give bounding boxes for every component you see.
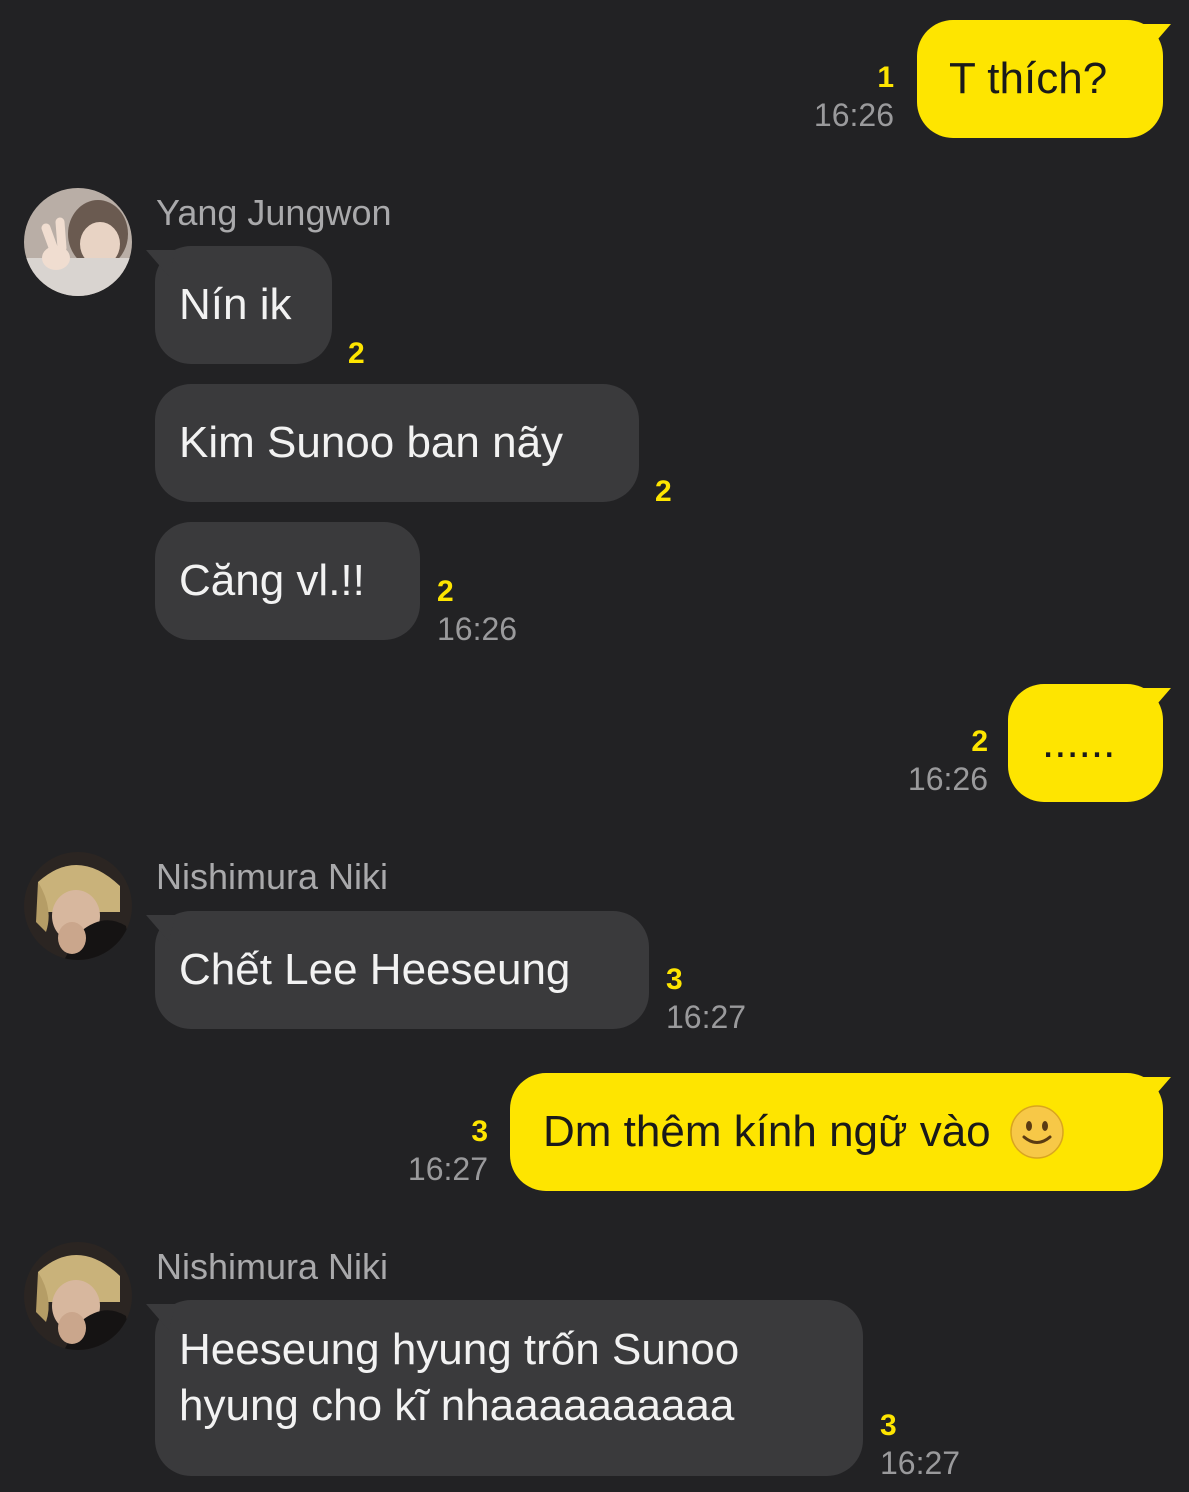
sender-name: Yang Jungwon [156, 192, 392, 233]
incoming-message-bubble[interactable]: Kim Sunoo ban nãy [155, 384, 639, 502]
message-text: Kim Sunoo ban nãy [179, 418, 564, 467]
outgoing-message-bubble[interactable]: Dm thêm kính ngữ vào [510, 1073, 1163, 1191]
incoming-message-bubble[interactable]: Căng vl.!! [155, 522, 420, 640]
unread-count: 3 [471, 1115, 488, 1148]
message-meta: 2 16:26 [437, 574, 517, 648]
message-meta: 3 16:27 [666, 962, 746, 1036]
profile-photo-icon [24, 188, 132, 296]
avatar-yang-jungwon[interactable] [24, 188, 132, 296]
message-text: Dm thêm kính ngữ vào [543, 1107, 991, 1156]
message-text: ...... [1042, 718, 1116, 767]
unread-count: 2 [348, 337, 365, 370]
unread-count: 2 [971, 725, 988, 758]
message-meta: 2 [348, 336, 365, 372]
unread-count: 1 [877, 61, 894, 94]
unread-count: 3 [880, 1409, 897, 1442]
message-text: Chết Lee Heeseung [179, 945, 571, 994]
unread-count: 2 [437, 575, 454, 608]
incoming-message-bubble[interactable]: Chết Lee Heeseung [155, 911, 649, 1029]
message-meta: 2 16:26 [870, 724, 988, 798]
message-meta: 3 16:27 [880, 1408, 960, 1482]
timestamp: 16:26 [437, 611, 518, 647]
message-text: Căng vl.!! [179, 556, 365, 605]
timestamp: 16:27 [880, 1445, 961, 1481]
message-meta: 2 [655, 474, 672, 510]
avatar-nishimura-niki[interactable] [24, 1242, 132, 1350]
incoming-message-bubble[interactable]: Heeseung hyung trốn Sunoo hyung cho kĩ n… [155, 1300, 863, 1476]
profile-photo-icon [24, 1242, 132, 1350]
profile-photo-icon [24, 852, 132, 960]
message-text: T thích? [949, 54, 1108, 103]
message-meta: 3 16:27 [380, 1114, 488, 1188]
unread-count: 2 [655, 475, 672, 508]
outgoing-message-bubble[interactable]: T thích? [917, 20, 1163, 138]
avatar-nishimura-niki[interactable] [24, 852, 132, 960]
sender-name: Nishimura Niki [156, 856, 389, 897]
timestamp: 16:26 [813, 97, 894, 133]
timestamp: 16:26 [907, 761, 988, 797]
message-text: Heeseung hyung trốn Sunoo hyung cho kĩ n… [179, 1325, 740, 1430]
unread-count: 3 [666, 963, 683, 996]
outgoing-message-bubble[interactable]: ...... [1008, 684, 1163, 802]
incoming-message-bubble[interactable]: Nín ik [155, 246, 332, 364]
message-text: Nín ik [179, 280, 292, 329]
sender-name: Nishimura Niki [156, 1246, 389, 1287]
timestamp: 16:27 [407, 1151, 488, 1187]
slightly-smiling-face-icon [1009, 1104, 1065, 1160]
timestamp: 16:27 [666, 999, 747, 1035]
chat-room[interactable]: 1 16:26 T thích? Yang Jungwon Nín ik 2 K… [0, 0, 1189, 1492]
message-meta: 1 16:26 [780, 60, 894, 134]
